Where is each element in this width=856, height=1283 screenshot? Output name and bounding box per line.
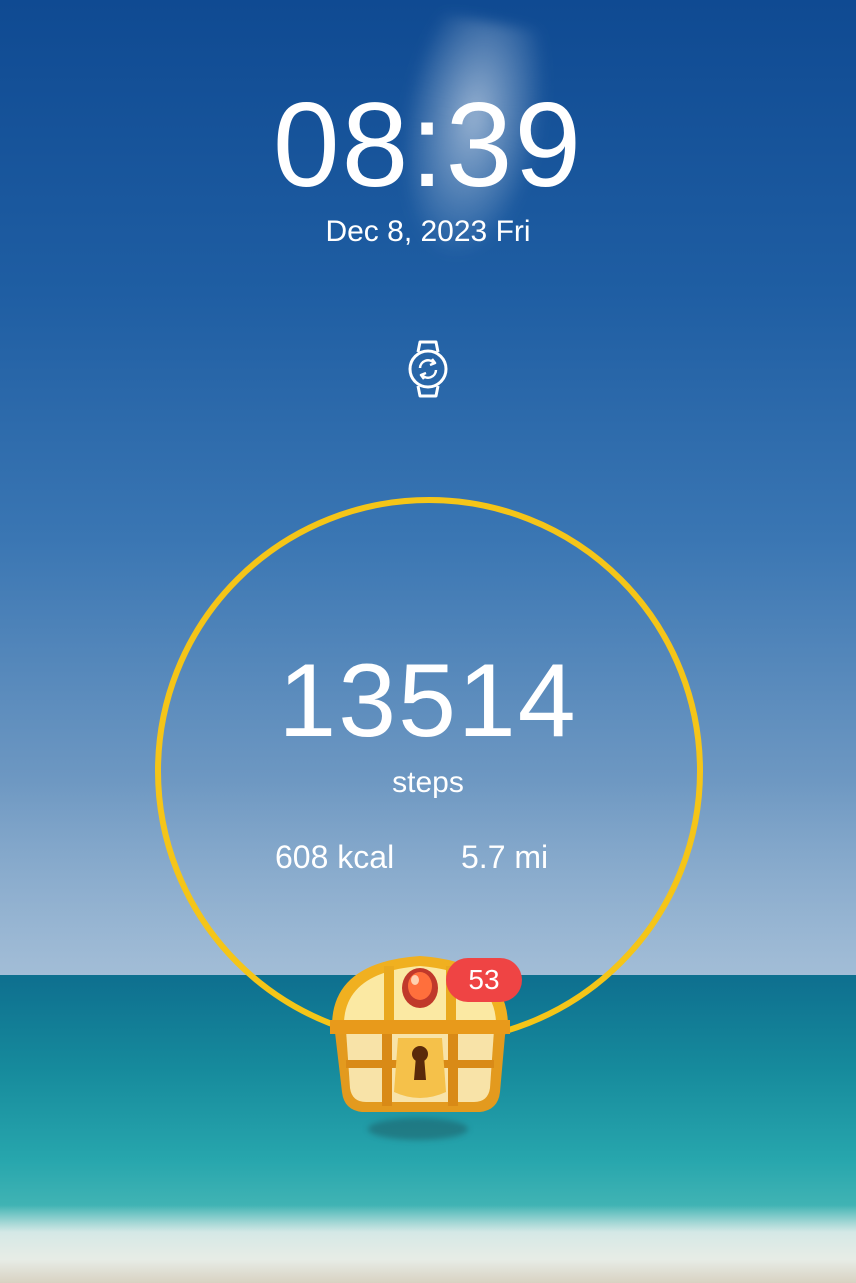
clock-time: 08:39 <box>272 78 584 212</box>
steps-count: 13514 <box>278 643 578 759</box>
lock-screen: 08:39 Dec 8, 2023 Fri 13514 steps 608 kc… <box>0 0 856 1283</box>
clock-date: Dec 8, 2023 Fri <box>325 215 531 248</box>
calories-value: 608 kcal <box>275 839 395 875</box>
surf-shore <box>0 1205 856 1283</box>
distance-value: 5.7 mi <box>461 839 549 875</box>
reward-count-badge: 53 <box>446 958 522 1002</box>
watch-sync-icon[interactable] <box>406 340 450 398</box>
steps-label: steps <box>392 766 464 799</box>
